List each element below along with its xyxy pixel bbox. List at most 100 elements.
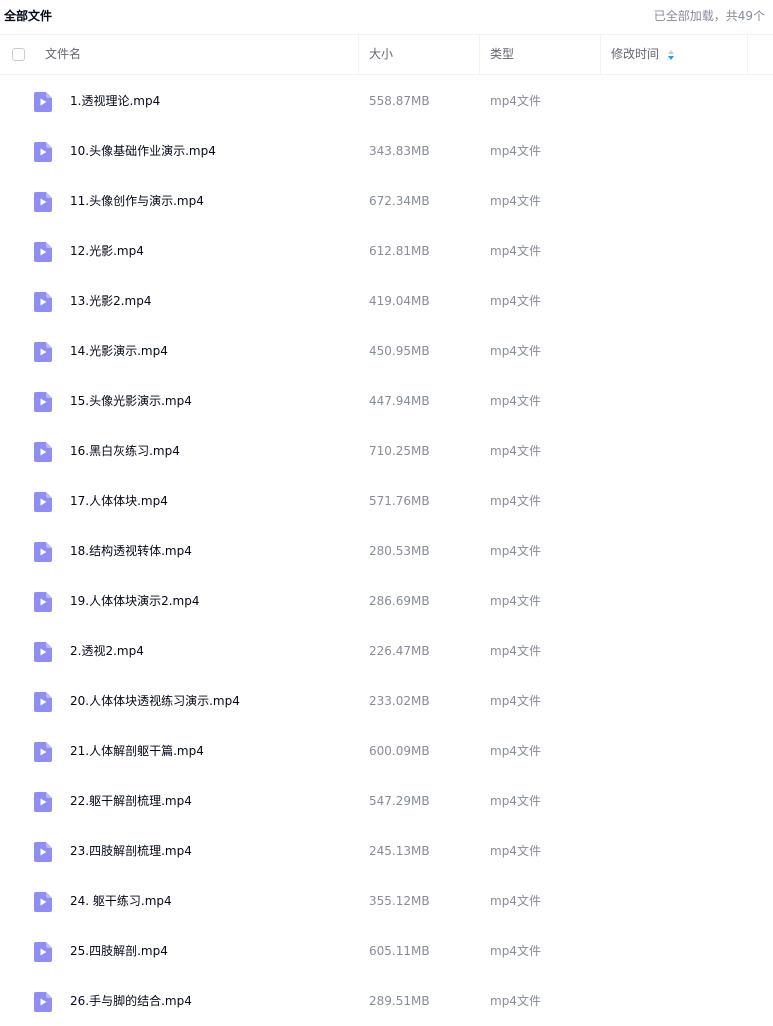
file-type: mp4文件 [490, 544, 541, 558]
file-name[interactable]: 18.结构透视转体.mp4 [70, 526, 192, 576]
video-file-icon [34, 242, 52, 262]
file-size: 226.47MB [369, 644, 430, 658]
select-all-checkbox[interactable] [12, 48, 25, 61]
file-name[interactable]: 20.人体体块透视练习演示.mp4 [70, 676, 240, 726]
file-name[interactable]: 1.透视理论.mp4 [70, 76, 160, 126]
column-header-size[interactable]: 大小 [369, 35, 393, 74]
video-file-icon [34, 142, 52, 162]
file-name[interactable]: 11.头像创作与演示.mp4 [70, 176, 204, 226]
video-file-icon [34, 92, 52, 112]
file-name[interactable]: 26.手与脚的结合.mp4 [70, 976, 192, 1026]
load-status: 已全部加载，共49个 [653, 9, 765, 23]
file-size: 450.95MB [369, 344, 430, 358]
table-row[interactable]: 16.黑白灰练习.mp4 710.25MB mp4文件 [0, 426, 773, 476]
file-type: mp4文件 [490, 694, 541, 708]
file-name[interactable]: 17.人体体块.mp4 [70, 476, 168, 526]
file-name[interactable]: 2.透视2.mp4 [70, 626, 144, 676]
table-row[interactable]: 2.透视2.mp4 226.47MB mp4文件 [0, 626, 773, 676]
file-size: 233.02MB [369, 694, 430, 708]
column-header-modified[interactable]: 修改时间 [611, 35, 675, 74]
column-divider [358, 35, 359, 74]
file-name[interactable]: 21.人体解剖躯干篇.mp4 [70, 726, 204, 776]
file-size: 558.87MB [369, 94, 430, 108]
file-type: mp4文件 [490, 194, 541, 208]
video-file-icon [34, 592, 52, 612]
table-row[interactable]: 21.人体解剖躯干篇.mp4 600.09MB mp4文件 [0, 726, 773, 776]
file-size: 289.51MB [369, 994, 430, 1008]
table-row[interactable]: 1.透视理论.mp4 558.87MB mp4文件 [0, 76, 773, 126]
table-row[interactable]: 15.头像光影演示.mp4 447.94MB mp4文件 [0, 376, 773, 426]
file-name[interactable]: 16.黑白灰练习.mp4 [70, 426, 180, 476]
file-size: 571.76MB [369, 494, 430, 508]
file-size: 343.83MB [369, 144, 430, 158]
video-file-icon [34, 992, 52, 1012]
file-type: mp4文件 [490, 344, 541, 358]
table-row[interactable]: 14.光影演示.mp4 450.95MB mp4文件 [0, 326, 773, 376]
file-type: mp4文件 [490, 994, 541, 1008]
video-file-icon [34, 942, 52, 962]
column-divider [479, 35, 480, 74]
column-divider [600, 35, 601, 74]
sort-icon[interactable] [667, 49, 675, 60]
table-row[interactable]: 18.结构透视转体.mp4 280.53MB mp4文件 [0, 526, 773, 576]
table-row[interactable]: 10.头像基础作业演示.mp4 343.83MB mp4文件 [0, 126, 773, 176]
file-size: 355.12MB [369, 894, 430, 908]
table-row[interactable]: 24. 躯干练习.mp4 355.12MB mp4文件 [0, 876, 773, 926]
file-type: mp4文件 [490, 394, 541, 408]
file-type: mp4文件 [490, 944, 541, 958]
video-file-icon [34, 492, 52, 512]
file-name[interactable]: 12.光影.mp4 [70, 226, 144, 276]
top-bar: 全部文件 已全部加载，共49个 [0, 0, 773, 34]
table-header: 文件名 大小 类型 修改时间 [0, 34, 773, 75]
file-size: 600.09MB [369, 744, 430, 758]
video-file-icon [34, 842, 52, 862]
file-type: mp4文件 [490, 744, 541, 758]
table-row[interactable]: 20.人体体块透视练习演示.mp4 233.02MB mp4文件 [0, 676, 773, 726]
video-file-icon [34, 692, 52, 712]
file-size: 605.11MB [369, 944, 430, 958]
video-file-icon [34, 292, 52, 312]
table-row[interactable]: 23.四肢解剖梳理.mp4 245.13MB mp4文件 [0, 826, 773, 876]
file-name[interactable]: 10.头像基础作业演示.mp4 [70, 126, 216, 176]
file-type: mp4文件 [490, 844, 541, 858]
file-name[interactable]: 14.光影演示.mp4 [70, 326, 168, 376]
file-size: 280.53MB [369, 544, 430, 558]
file-type: mp4文件 [490, 594, 541, 608]
table-row[interactable]: 12.光影.mp4 612.81MB mp4文件 [0, 226, 773, 276]
file-type: mp4文件 [490, 794, 541, 808]
file-name[interactable]: 25.四肢解剖.mp4 [70, 926, 168, 976]
column-divider [747, 35, 748, 74]
breadcrumb-all-files[interactable]: 全部文件 [4, 7, 52, 24]
file-name[interactable]: 19.人体体块演示2.mp4 [70, 576, 199, 626]
video-file-icon [34, 392, 52, 412]
file-name[interactable]: 22.躯干解剖梳理.mp4 [70, 776, 192, 826]
table-row[interactable]: 11.头像创作与演示.mp4 672.34MB mp4文件 [0, 176, 773, 226]
video-file-icon [34, 442, 52, 462]
file-name[interactable]: 23.四肢解剖梳理.mp4 [70, 826, 192, 876]
video-file-icon [34, 892, 52, 912]
table-row[interactable]: 25.四肢解剖.mp4 605.11MB mp4文件 [0, 926, 773, 976]
table-row[interactable]: 22.躯干解剖梳理.mp4 547.29MB mp4文件 [0, 776, 773, 826]
file-type: mp4文件 [490, 894, 541, 908]
column-header-type[interactable]: 类型 [490, 35, 514, 74]
file-size: 710.25MB [369, 444, 430, 458]
file-type: mp4文件 [490, 444, 541, 458]
table-row[interactable]: 17.人体体块.mp4 571.76MB mp4文件 [0, 476, 773, 526]
file-name[interactable]: 13.光影2.mp4 [70, 276, 151, 326]
video-file-icon [34, 542, 52, 562]
table-row[interactable]: 19.人体体块演示2.mp4 286.69MB mp4文件 [0, 576, 773, 626]
table-row[interactable]: 13.光影2.mp4 419.04MB mp4文件 [0, 276, 773, 326]
file-size: 447.94MB [369, 394, 430, 408]
column-header-name[interactable]: 文件名 [45, 35, 81, 74]
file-size: 547.29MB [369, 794, 430, 808]
file-type: mp4文件 [490, 294, 541, 308]
file-size: 672.34MB [369, 194, 430, 208]
video-file-icon [34, 742, 52, 762]
video-file-icon [34, 342, 52, 362]
video-file-icon [34, 792, 52, 812]
file-type: mp4文件 [490, 144, 541, 158]
file-name[interactable]: 24. 躯干练习.mp4 [70, 876, 172, 926]
file-name[interactable]: 15.头像光影演示.mp4 [70, 376, 192, 426]
table-row[interactable]: 26.手与脚的结合.mp4 289.51MB mp4文件 [0, 976, 773, 1026]
file-size: 245.13MB [369, 844, 430, 858]
